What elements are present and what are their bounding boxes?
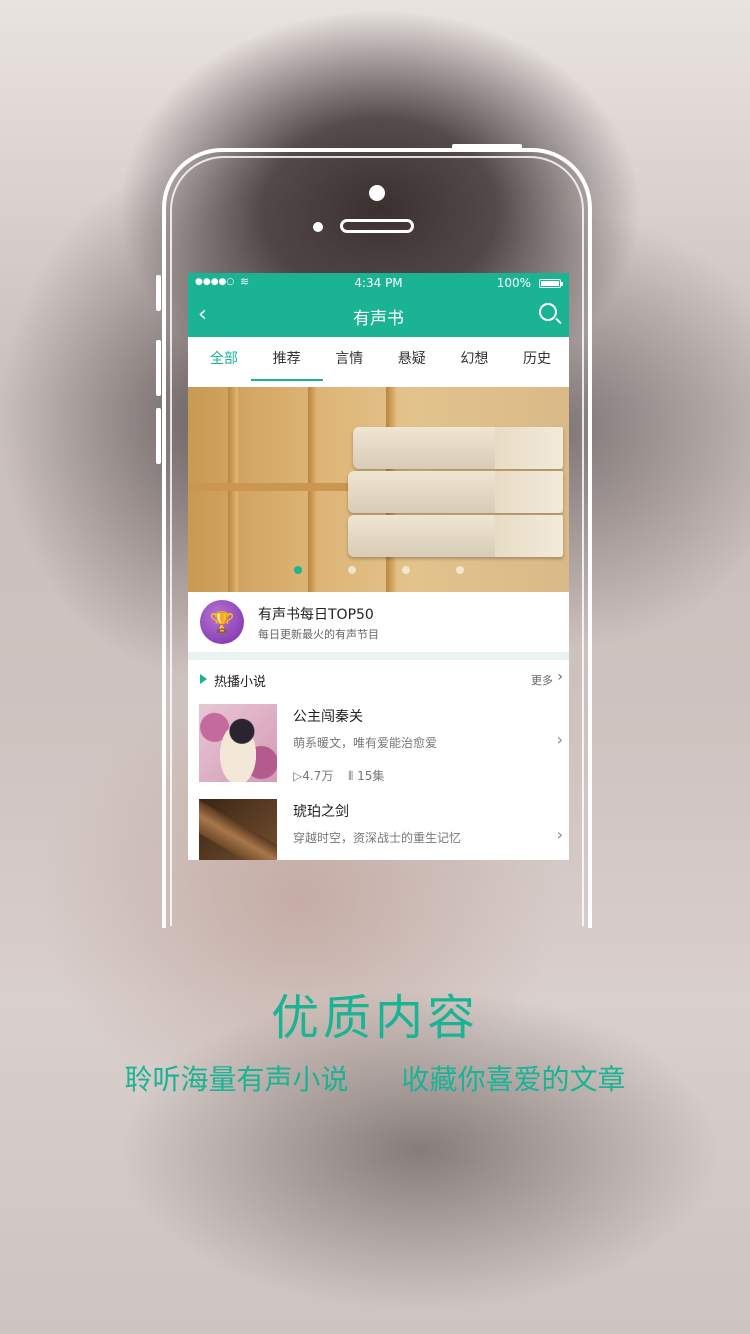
- item-title: 公主闯秦关: [293, 709, 363, 725]
- chevron-right-icon[interactable]: ›: [557, 730, 563, 749]
- front-camera: [369, 185, 385, 201]
- search-icon[interactable]: [539, 303, 557, 321]
- page-title: 有声书: [353, 309, 404, 329]
- play-triangle-icon: [200, 674, 207, 684]
- tab-history[interactable]: 历史: [509, 337, 565, 381]
- chevron-right-icon[interactable]: ›: [557, 825, 563, 844]
- top50-title: 有声书每日TOP50: [258, 607, 374, 623]
- list-item[interactable]: 公主闯秦关 萌系暖文，唯有爱能治愈爱 ▷4.7万 ⦀ 15集 ›: [188, 700, 569, 795]
- top50-subtitle: 每日更新最火的有声节目: [258, 628, 379, 641]
- tab-fantasy[interactable]: 幻想: [446, 337, 502, 381]
- promo-subline: 聆听海量有声小说 收藏你喜爱的文章: [0, 1058, 750, 1098]
- promo-headline: 优质内容: [270, 990, 479, 1046]
- proximity-sensor: [313, 222, 323, 232]
- book-image: [353, 427, 563, 469]
- earpiece-speaker: [340, 219, 414, 233]
- nav-bar: ‹ 有声书: [188, 293, 569, 337]
- section-title: 热播小说: [214, 675, 267, 690]
- book-cover: [199, 799, 277, 860]
- promo-sub-right: 收藏你喜爱的文章: [401, 1063, 626, 1096]
- volume-up-button: [156, 340, 161, 396]
- item-title: 琥珀之剑: [293, 804, 349, 820]
- waveform-icon: ⦀: [348, 769, 358, 783]
- item-description: 萌系暖文，唯有爱能治愈爱: [293, 736, 438, 750]
- carousel-dot[interactable]: [347, 566, 356, 574]
- hot-section-header: 热播小说 更多 ›: [188, 660, 569, 700]
- promo-sub-left: 聆听海量有声小说: [124, 1063, 349, 1096]
- carousel-dots: [188, 566, 569, 574]
- book-image: [348, 471, 563, 513]
- tab-mystery[interactable]: 悬疑: [384, 337, 440, 381]
- trophy-icon: 🏆: [200, 600, 244, 644]
- book-cover: [199, 704, 277, 782]
- status-bar: ●●●●○ ≋ 4:34 PM 100%: [188, 273, 569, 293]
- tab-romance[interactable]: 言情: [321, 337, 377, 381]
- book-image: [348, 515, 563, 557]
- tab-recommend[interactable]: 推荐: [250, 337, 323, 381]
- volume-down-button: [156, 408, 161, 464]
- episode-count: ⦀ 15集: [348, 769, 385, 783]
- app-screen: ●●●●○ ≋ 4:34 PM 100% ‹ 有声书 全部 推荐 言情 悬疑 幻…: [188, 273, 569, 860]
- category-tabs: 全部 推荐 言情 悬疑 幻想 历史: [188, 337, 569, 381]
- play-count: ▷4.7万: [293, 769, 334, 783]
- carousel-dot[interactable]: [455, 566, 464, 574]
- tab-all[interactable]: 全部: [196, 337, 252, 381]
- mute-switch: [156, 275, 161, 311]
- battery-percent: 100%: [496, 276, 531, 290]
- battery-icon: [539, 279, 563, 288]
- carousel-dot[interactable]: [293, 566, 302, 574]
- item-description: 穿越时空，资深战士的重生记忆: [293, 831, 462, 845]
- banner-carousel[interactable]: [188, 387, 569, 592]
- more-link[interactable]: 更多: [531, 672, 553, 688]
- carousel-dot[interactable]: [401, 566, 410, 574]
- top50-entry[interactable]: 🏆 有声书每日TOP50 每日更新最火的有声节目: [188, 592, 569, 660]
- chevron-right-icon[interactable]: ›: [557, 669, 563, 685]
- list-item[interactable]: 琥珀之剑 穿越时空，资深战士的重生记忆 ›: [188, 795, 569, 860]
- power-button: [452, 144, 522, 149]
